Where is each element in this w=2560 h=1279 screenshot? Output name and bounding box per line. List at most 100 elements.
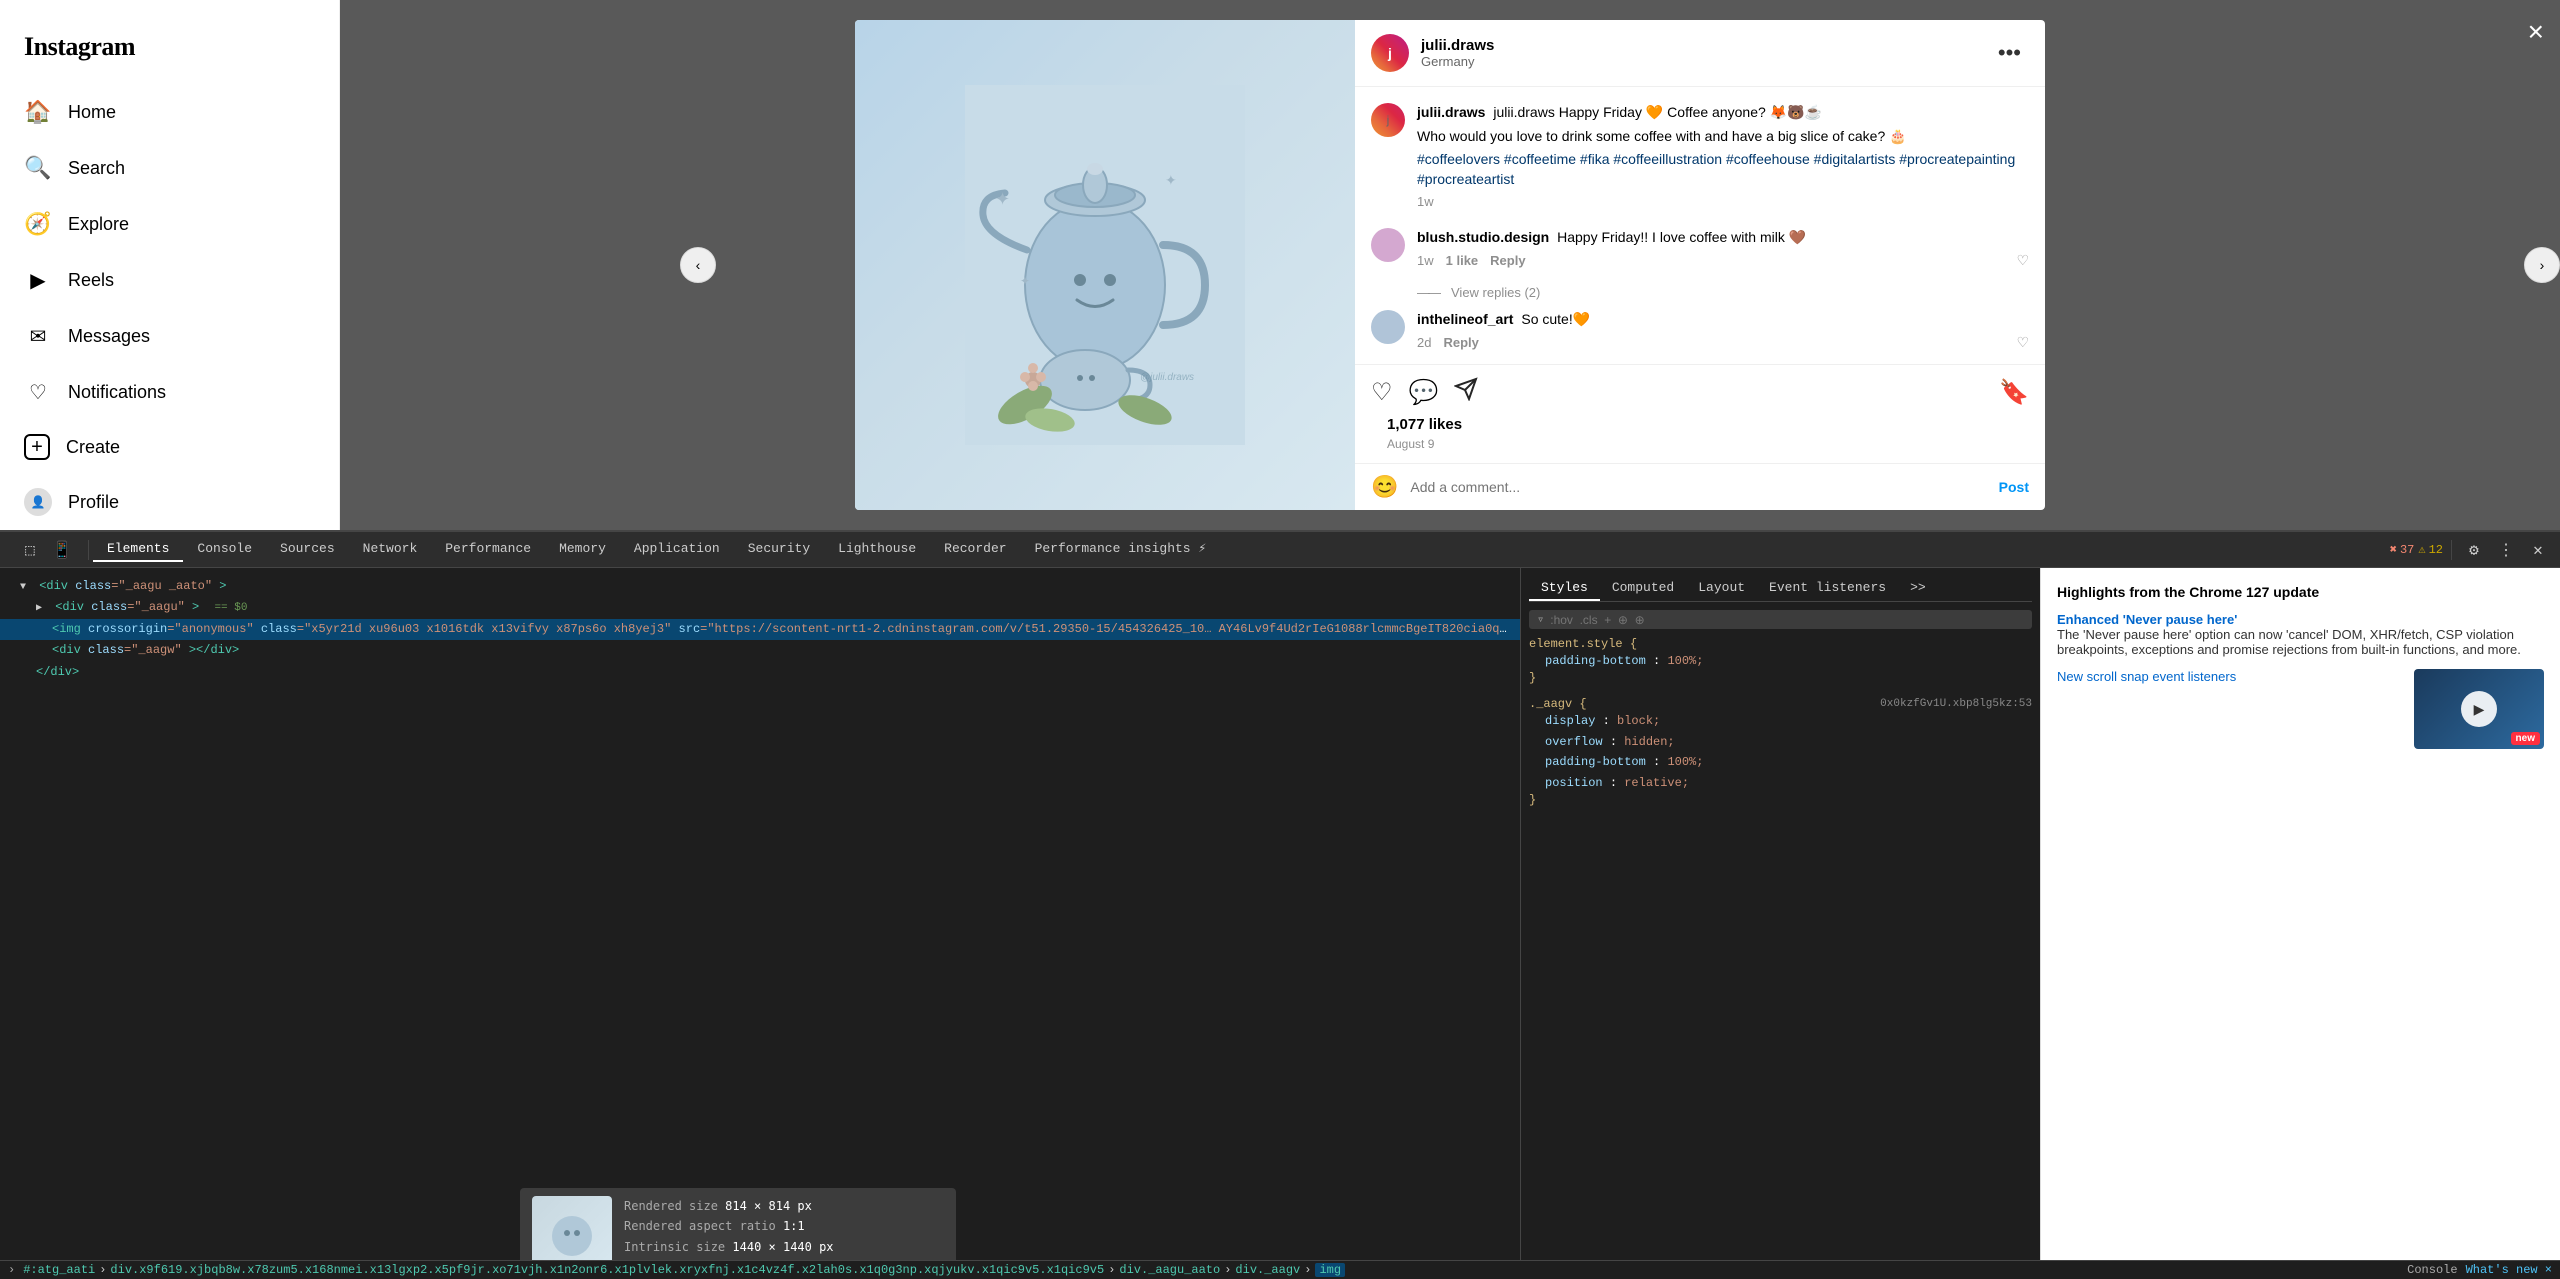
comment-input[interactable] — [1410, 479, 1986, 495]
tab-network[interactable]: Network — [349, 537, 432, 562]
sidebar-item-profile[interactable]: 👤 Profile — [12, 476, 327, 528]
post-image: ✦ ✦ ✦ — [855, 20, 1355, 510]
breadcrumb-item-selected[interactable]: img — [1315, 1263, 1345, 1277]
tab-styles[interactable]: Styles — [1529, 576, 1600, 601]
add-comment-bar: 😊 Post — [1355, 463, 2045, 510]
css-rule: element.style { padding-bottom : 100%; } — [1529, 637, 2032, 685]
profile-avatar-icon: 👤 — [24, 488, 52, 516]
elements-panel[interactable]: <div class="_aagu _aato" > <div class="_… — [0, 568, 1520, 1260]
sidebar-item-explore[interactable]: 🧭 Explore — [12, 198, 327, 250]
view-replies-button[interactable]: View replies (2) — [1371, 285, 2029, 300]
breadcrumb-icon: › — [8, 1263, 15, 1277]
sidebar-item-explore-label: Explore — [68, 214, 129, 235]
play-button[interactable]: ▶ — [2461, 691, 2497, 727]
comment-button[interactable]: 💬 — [1409, 378, 1439, 407]
feature-title[interactable]: Enhanced 'Never pause here' — [2057, 612, 2544, 627]
html-element-line[interactable]: <div class="_aagu" > == $0 — [0, 597, 1520, 619]
html-selected-element[interactable]: <img crossorigin="anonymous" class="x5yr… — [0, 619, 1520, 641]
tab-elements[interactable]: Elements — [93, 537, 183, 562]
inspect-element-button[interactable]: ⬚ — [16, 536, 44, 564]
tab-more-styles[interactable]: >> — [1898, 576, 1938, 601]
close-devtools-button[interactable]: ✕ — [2524, 536, 2552, 564]
sidebar-item-reels[interactable]: ▶ Reels — [12, 254, 327, 306]
comment-username[interactable]: inthelineof_art — [1417, 311, 1513, 327]
html-element-line[interactable]: </div> — [0, 662, 1520, 683]
tab-layout[interactable]: Layout — [1686, 576, 1757, 601]
console-tab-btn[interactable]: What's new × — [2466, 1263, 2552, 1277]
tab-memory[interactable]: Memory — [545, 537, 620, 562]
reels-icon: ▶ — [24, 266, 52, 294]
scroll-snap-link[interactable]: New scroll snap event listeners — [2057, 669, 2402, 684]
tab-sources[interactable]: Sources — [266, 537, 349, 562]
comment-body: inthelineof_art So cute!🧡 2d Reply ♡ — [1417, 310, 2029, 353]
prev-post-button[interactable]: ‹ — [680, 247, 716, 283]
caption-text: julii.draws Happy Friday 🧡 Coffee anyone… — [1493, 104, 1822, 120]
expand-icon[interactable] — [20, 580, 32, 596]
sidebar-item-notifications-label: Notifications — [68, 382, 166, 403]
next-post-button[interactable]: › — [2524, 247, 2560, 283]
devtools-panel: ⬚ 📱 Elements Console Sources Network Per… — [0, 530, 2560, 1279]
coffee-illustration: ✦ ✦ ✦ — [965, 85, 1245, 445]
comment-time: 2d — [1417, 334, 1431, 352]
sidebar-item-search[interactable]: 🔍 Search — [12, 142, 327, 194]
breadcrumb-item[interactable]: div._aagv — [1235, 1263, 1300, 1277]
sidebar-item-messages[interactable]: ✉ Messages — [12, 310, 327, 362]
comment-like-icon[interactable]: ♡ — [2016, 251, 2029, 271]
sidebar: Instagram 🏠 Home 🔍 Search 🧭 Explore ▶ Re… — [0, 0, 340, 530]
like-button[interactable]: ♡ — [1371, 378, 1393, 407]
svg-text:@julii.draws: @julii.draws — [1140, 372, 1194, 383]
emoji-picker-button[interactable]: 😊 — [1371, 474, 1398, 500]
expand-icon[interactable] — [36, 601, 48, 617]
video-thumbnail[interactable]: ▶ new — [2414, 669, 2544, 749]
sidebar-item-create[interactable]: + Create — [12, 422, 327, 472]
instagram-logo: Instagram — [12, 16, 327, 86]
tab-console[interactable]: Console — [183, 537, 266, 562]
post-header: j julii.draws Germany ••• — [1355, 20, 2045, 87]
tab-computed[interactable]: Computed — [1600, 576, 1686, 601]
tab-event-listeners[interactable]: Event listeners — [1757, 576, 1898, 601]
comment-reply-button[interactable]: Reply — [1490, 252, 1525, 270]
post-more-button[interactable]: ••• — [1990, 36, 2029, 70]
tab-performance[interactable]: Performance — [431, 537, 545, 562]
post-author-username[interactable]: julii.draws — [1421, 37, 1978, 54]
svg-text:✦: ✦ — [995, 189, 1010, 209]
customize-button[interactable]: ⋮ — [2492, 536, 2520, 564]
tab-performance-insights[interactable]: Performance insights ⚡ — [1021, 537, 1221, 562]
device-toggle-button[interactable]: 📱 — [48, 536, 76, 564]
comment-like-icon[interactable]: ♡ — [2016, 333, 2029, 353]
comment-reply-button[interactable]: Reply — [1443, 334, 1478, 352]
comment-username[interactable]: blush.studio.design — [1417, 229, 1549, 245]
css-prop: padding-bottom — [1545, 654, 1646, 668]
devtools-toolbar: ⬚ 📱 Elements Console Sources Network Per… — [0, 532, 2560, 568]
search-icon: 🔍 — [24, 154, 52, 182]
caption-username[interactable]: julii.draws — [1417, 104, 1485, 120]
post-comment-button[interactable]: Post — [1999, 479, 2029, 495]
css-rule: ._aagv { 0x0kzfGv1U.xbp8lg5kz:53 display… — [1529, 697, 2032, 807]
tab-application[interactable]: Application — [620, 537, 734, 562]
share-button[interactable] — [1454, 377, 1478, 408]
comment-likes: 1 like — [1446, 252, 1479, 270]
html-element-line[interactable]: <div class="_aagw" ></div> — [0, 640, 1520, 661]
breadcrumb-item[interactable]: #:atg_aati — [23, 1263, 95, 1277]
styles-panel: Styles Computed Layout Event listeners >… — [1520, 568, 2040, 1260]
devtools-main: <div class="_aagu _aato" > <div class="_… — [0, 568, 2560, 1260]
breadcrumb-item[interactable]: div.x9f619.xjbqb8w.x78zum5.x168nmei.x13l… — [110, 1263, 1104, 1277]
html-element-line[interactable]: <div class="_aagu _aato" > — [0, 576, 1520, 597]
tab-security[interactable]: Security — [734, 537, 824, 562]
tab-recorder[interactable]: Recorder — [930, 537, 1020, 562]
sidebar-item-home[interactable]: 🏠 Home — [12, 86, 327, 138]
comment-meta: 1w 1 like Reply ♡ — [1417, 251, 2029, 271]
caption-extra: Who would you love to drink some coffee … — [1417, 127, 2029, 147]
settings-button[interactable]: ⚙ — [2460, 536, 2488, 564]
css-property-line: padding-bottom : 100%; — [1529, 752, 2032, 772]
sidebar-item-notifications[interactable]: ♡ Notifications — [12, 366, 327, 418]
comment-row: inthelineof_art So cute!🧡 2d Reply ♡ — [1371, 310, 2029, 353]
styles-filter-input[interactable] — [1550, 613, 2024, 627]
close-modal-button[interactable]: × — [2528, 16, 2544, 48]
save-button[interactable]: 🔖 — [1999, 378, 2029, 407]
comments-scroll-area[interactable]: j julii.draws julii.draws Happy Friday 🧡… — [1355, 87, 2045, 364]
tab-lighthouse[interactable]: Lighthouse — [824, 537, 930, 562]
modal-overlay[interactable]: × ‹ › — [340, 0, 2560, 530]
breadcrumb-item[interactable]: div._aagu_aato — [1119, 1263, 1220, 1277]
css-close-brace: } — [1529, 671, 2032, 685]
